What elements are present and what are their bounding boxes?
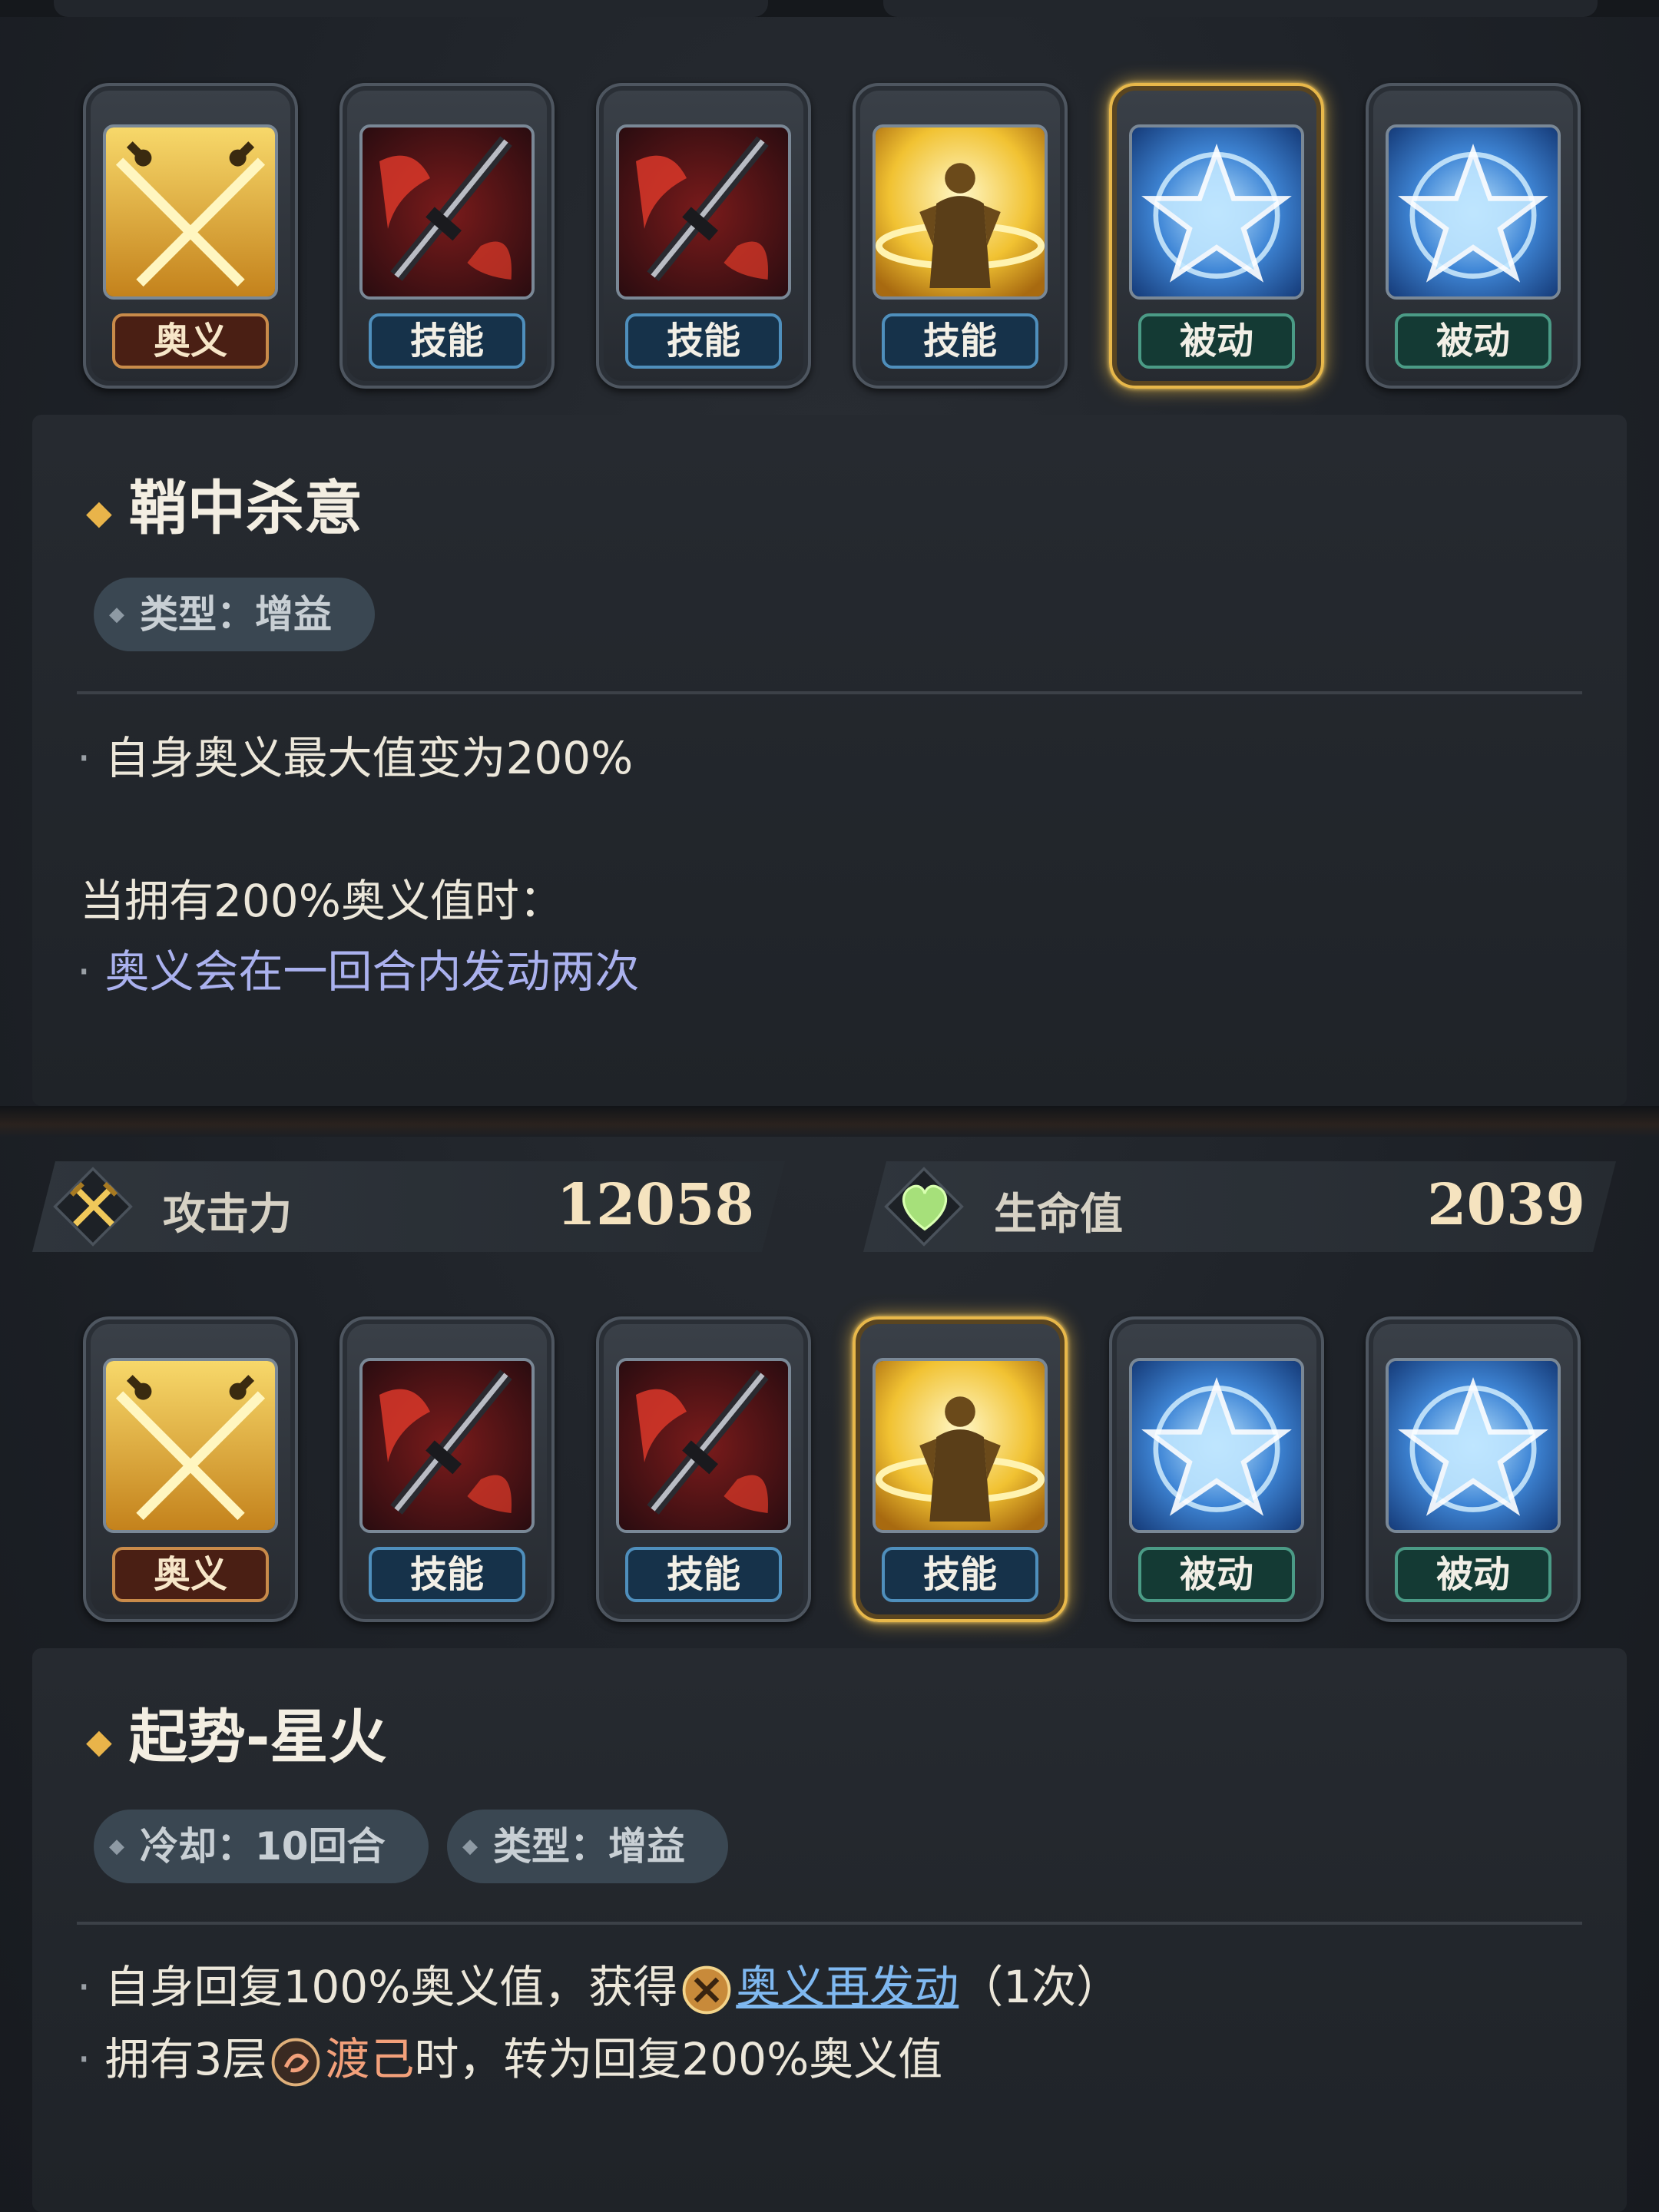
blue-star-icon — [1129, 124, 1304, 300]
skill-card-passive-2[interactable]: 被动 — [1366, 1316, 1581, 1622]
skill-tag: 奥义 — [112, 1547, 269, 1602]
diamond-icon: ◆ — [109, 1835, 124, 1858]
condition-line: 当拥有200%奥义值时： — [80, 875, 564, 927]
star-bullet-icon: ◆ — [86, 492, 112, 532]
effect-line-suffix: （1次） — [959, 1961, 1121, 2013]
red-greatsword-icon — [616, 1358, 791, 1533]
attack-label: 攻击力 — [163, 1190, 292, 1240]
type-chip: ◆ 类型：增益 — [447, 1810, 728, 1883]
effect-line-text: 自身奥义最大值变为200% — [104, 732, 634, 784]
skill-tag: 奥义 — [112, 313, 269, 369]
blue-star-icon — [1386, 124, 1561, 300]
skill-card-skill-3[interactable]: 技能 — [853, 1316, 1068, 1622]
effect-line-text: 自身回复100%奥义值，获得 — [104, 1961, 678, 2013]
effect-line-highlight: · 奥义会在一回合内发动两次 — [77, 945, 640, 998]
skill-detail-panel-top: ◆ 鞘中杀意 ◆ 类型：增益 · 自身奥义最大值变为200% 当拥有200%奥义值时：… — [32, 415, 1627, 1106]
skill-tag: 被动 — [1395, 313, 1551, 369]
top-strip-segment — [54, 0, 768, 17]
top-strip — [0, 0, 1659, 17]
duji-stack-icon — [271, 2038, 320, 2087]
skill-title-text: 鞘中杀意 — [128, 474, 363, 542]
crossed-swords-icon — [103, 1358, 278, 1533]
attack-stat: 攻击力 12058 — [32, 1161, 785, 1252]
effect-line: · 自身回复100%奥义值，获得 奥义再发动（1次） — [77, 1961, 1121, 2015]
effect-line-text: 拥有3层 — [104, 2033, 267, 2085]
red-greatsword-icon — [616, 124, 791, 300]
skill-title: ◆ 鞘中杀意 — [86, 461, 363, 545]
skill-title: ◆ 起势-星火 — [86, 1690, 386, 1774]
skill-row-bottom: 奥义 技能 技能 技能 被动 被动 — [0, 1310, 1659, 1633]
red-greatsword-icon — [359, 1358, 535, 1533]
skill-detail-panel-bottom: ◆ 起势-星火 ◆ 冷却：10回合 ◆ 类型：增益 · 自身回复100%奥义值，获得 奥义… — [32, 1648, 1627, 2212]
attack-swords-icon — [63, 1175, 124, 1237]
type-chip: ◆ 类型：增益 — [94, 578, 375, 651]
skill-card-skill-1[interactable]: 技能 — [339, 1316, 555, 1622]
skill-tag: 技能 — [882, 1547, 1038, 1602]
divider — [77, 691, 1582, 694]
hp-stat: 生命值 2039 — [863, 1161, 1616, 1252]
blue-star-icon — [1129, 1358, 1304, 1533]
cooldown-chip: ◆ 冷却：10回合 — [94, 1810, 429, 1883]
hp-value: 2039 — [1427, 1172, 1585, 1238]
divider — [77, 1922, 1582, 1925]
attack-value: 12058 — [556, 1172, 754, 1238]
skill-card-skill-3[interactable]: 技能 — [853, 83, 1068, 389]
skill-card-skill-2[interactable]: 技能 — [596, 1316, 811, 1622]
duji-keyword[interactable]: 渡己 — [325, 2033, 414, 2085]
effect-line: · 拥有3层 渡己时，转为回复200%奥义值 — [77, 2033, 943, 2087]
ougi-recast-icon — [682, 1965, 731, 2015]
green-heart-icon — [894, 1175, 955, 1237]
crossed-swords-icon — [103, 124, 278, 300]
cooldown-chip-text: 冷却：10回合 — [140, 1824, 386, 1869]
skill-card-skill-1[interactable]: 技能 — [339, 83, 555, 389]
blue-star-icon — [1386, 1358, 1561, 1533]
star-bullet-icon: ◆ — [86, 1721, 112, 1761]
skill-title-text: 起势-星火 — [128, 1703, 387, 1771]
effect-line: · 自身奥义最大值变为200% — [77, 732, 634, 784]
golden-warrior-icon — [873, 1358, 1048, 1533]
section-divider — [0, 1106, 1659, 1137]
skill-tag: 技能 — [625, 1547, 782, 1602]
diamond-icon: ◆ — [462, 1835, 478, 1858]
top-strip-segment — [883, 0, 1598, 17]
skill-card-passive-1[interactable]: 被动 — [1109, 83, 1324, 389]
diamond-icon: ◆ — [109, 603, 124, 626]
skill-card-passive-1[interactable]: 被动 — [1109, 1316, 1324, 1622]
skill-tag: 被动 — [1138, 313, 1295, 369]
effect-line-suffix: 时，转为回复200%奥义值 — [414, 2033, 943, 2085]
skill-tag: 被动 — [1138, 1547, 1295, 1602]
golden-warrior-icon — [873, 124, 1048, 300]
type-chip-text: 类型：增益 — [493, 1824, 685, 1869]
skill-tag: 技能 — [369, 313, 525, 369]
skill-card-ougi[interactable]: 奥义 — [83, 1316, 298, 1622]
type-chip-text: 类型：增益 — [140, 592, 332, 637]
skill-row-top: 奥义 技能 技能 技能 被动 被动 — [0, 77, 1659, 399]
red-greatsword-icon — [359, 124, 535, 300]
ougi-recast-link[interactable]: 奥义再发动 — [736, 1961, 959, 2013]
hp-label: 生命值 — [994, 1190, 1123, 1240]
skill-tag: 技能 — [882, 313, 1038, 369]
skill-card-passive-2[interactable]: 被动 — [1366, 83, 1581, 389]
skill-card-ougi[interactable]: 奥义 — [83, 83, 298, 389]
skill-tag: 被动 — [1395, 1547, 1551, 1602]
effect-line-text: 奥义会在一回合内发动两次 — [104, 945, 640, 998]
skill-tag: 技能 — [625, 313, 782, 369]
skill-tag: 技能 — [369, 1547, 525, 1602]
skill-card-skill-2[interactable]: 技能 — [596, 83, 811, 389]
